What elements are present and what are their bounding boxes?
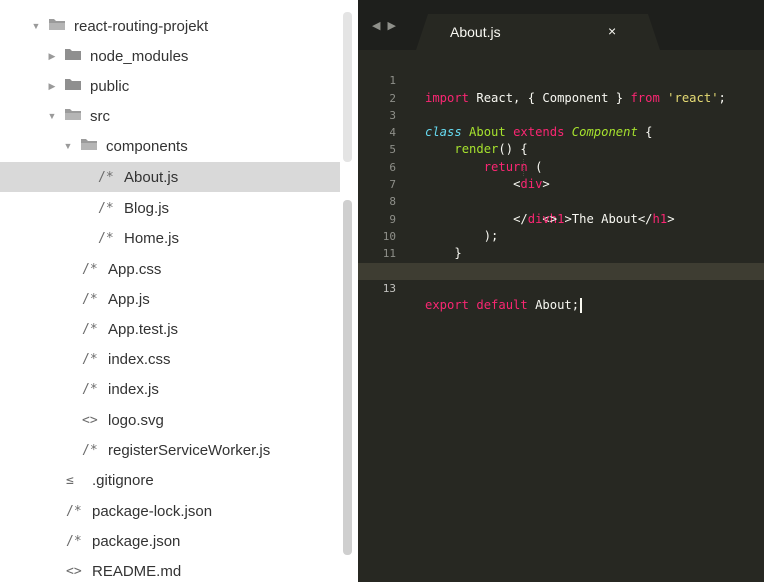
tree-item-label: registerServiceWorker.js (108, 441, 271, 459)
sidebar-scrollbar-upper (343, 12, 352, 162)
tree-item-label: react-routing-projekt (74, 17, 209, 35)
tree-file-index-js[interactable]: /* index.js (0, 374, 358, 404)
collapsed-arrow-icon: ▶ (48, 80, 56, 91)
code-line: 1 import React, { Component } from 'reac… (358, 55, 764, 104)
tree-file-app-test-js[interactable]: /* App.test.js (0, 314, 358, 344)
tree-item-label: index.js (108, 380, 159, 398)
code-line-current: 13 export default About; (358, 262, 764, 314)
markup-file-icon: <> (66, 563, 82, 579)
tree-item-label: node_modules (90, 47, 189, 65)
markup-file-icon: <> (82, 412, 98, 428)
code-line: 12 (358, 245, 764, 278)
code-editor: ◀ ▶ About.js × 1 import React, { Compone… (358, 0, 764, 582)
file-tree-sidebar: ▼ react-routing-projekt ▶ node_modules ▶… (0, 0, 358, 582)
tree-item-label: README.md (92, 562, 182, 580)
tree-folder-src[interactable]: ▼ src (0, 101, 358, 131)
tree-item-label: Blog.js (124, 199, 170, 217)
code-line: 3 class About extends Component { (358, 90, 764, 139)
tab-label: About.js (450, 24, 501, 40)
tree-folder-public[interactable]: ▶ public (0, 71, 358, 101)
js-file-icon: /* (82, 442, 98, 458)
code-line: 5 return ( (358, 124, 764, 173)
folder-open-icon (48, 17, 66, 35)
tree-file-gitignore[interactable]: ≤ .gitignore (0, 465, 358, 495)
sidebar-scrollbar-thumb[interactable] (343, 200, 352, 555)
tree-item-label: index.css (108, 350, 171, 368)
expanded-arrow-icon: ▼ (47, 111, 57, 121)
expanded-arrow-icon: ▼ (31, 21, 41, 31)
tree-file-logo-svg[interactable]: <> logo.svg (0, 405, 358, 435)
line-number: 13 (382, 281, 396, 295)
code-text: About; (527, 298, 580, 313)
js-file-icon: /* (98, 230, 114, 246)
js-file-icon: /* (82, 321, 98, 337)
code-line: 9 ); (358, 193, 764, 243)
tree-item-label: components (106, 137, 188, 155)
css-file-icon: /* (82, 261, 98, 277)
tree-item-label: src (90, 107, 110, 125)
code-line: 7 <h1>The About</h1> (358, 158, 764, 226)
tree-folder-react-routing-projekt[interactable]: ▼ react-routing-projekt (0, 11, 358, 41)
folder-icon (64, 77, 82, 95)
tree-file-home-js[interactable]: /* Home.js (0, 223, 358, 253)
expanded-arrow-icon: ▼ (63, 141, 73, 151)
tree-folder-components[interactable]: ▼ components (0, 131, 358, 161)
js-file-icon: /* (98, 169, 114, 185)
text-file-icon: ≤ (66, 472, 74, 488)
code-line: 4 render() { (358, 107, 764, 156)
js-file-icon: /* (98, 200, 114, 216)
folder-open-icon (64, 107, 82, 125)
tree-item-label: package-lock.json (92, 502, 213, 520)
collapsed-arrow-icon: ▶ (48, 50, 56, 61)
tab-about-js[interactable]: About.js × (416, 14, 660, 50)
tree-item-label: package.json (92, 532, 181, 550)
tree-file-package-json[interactable]: /* package.json (0, 526, 358, 556)
close-icon[interactable]: × (608, 23, 616, 39)
tab-bar: ◀ ▶ About.js × (358, 0, 764, 50)
code-line: 8 </div> (358, 176, 764, 225)
tab-nav-arrows-icon[interactable]: ◀ ▶ (372, 19, 398, 32)
tree-item-label: .gitignore (92, 471, 154, 489)
tree-item-label: public (90, 77, 130, 95)
tree-item-label: About.js (124, 168, 179, 186)
folder-icon (64, 47, 82, 65)
js-file-icon: /* (82, 381, 98, 397)
code-line: 10 } (358, 211, 764, 260)
code-line: 6 <div> (358, 141, 764, 191)
tree-file-readme-md[interactable]: <> README.md (0, 556, 358, 582)
css-file-icon: /* (82, 351, 98, 367)
tree-file-about-js[interactable]: /* About.js (0, 162, 358, 192)
code-area[interactable]: 1 import React, { Component } from 'reac… (358, 55, 764, 314)
indent-guide (523, 158, 525, 177)
keyword: export (425, 298, 470, 313)
code-line: 11 } (358, 228, 764, 277)
json-file-icon: /* (66, 503, 82, 519)
tree-file-blog-js[interactable]: /* Blog.js (0, 193, 358, 223)
tree-folder-node-modules[interactable]: ▶ node_modules (0, 41, 358, 71)
tree-item-label: logo.svg (108, 411, 164, 429)
tree-file-app-css[interactable]: /* App.css (0, 254, 358, 284)
tree-file-package-lock-json[interactable]: /* package-lock.json (0, 496, 358, 526)
keyword: default (476, 298, 528, 313)
tree-item-label: App.js (108, 290, 150, 308)
code-line: 2 (358, 72, 764, 105)
tree-file-register-service-worker-js[interactable]: /* registerServiceWorker.js (0, 435, 358, 465)
tree-file-app-js[interactable]: /* App.js (0, 284, 358, 314)
folder-open-icon (80, 137, 98, 155)
js-file-icon: /* (82, 291, 98, 307)
tree-item-label: App.test.js (108, 320, 179, 338)
tree-item-label: Home.js (124, 229, 180, 247)
json-file-icon: /* (66, 533, 82, 549)
tree-file-index-css[interactable]: /* index.css (0, 344, 358, 374)
tree-item-label: App.css (108, 260, 162, 278)
text-cursor (580, 298, 583, 314)
